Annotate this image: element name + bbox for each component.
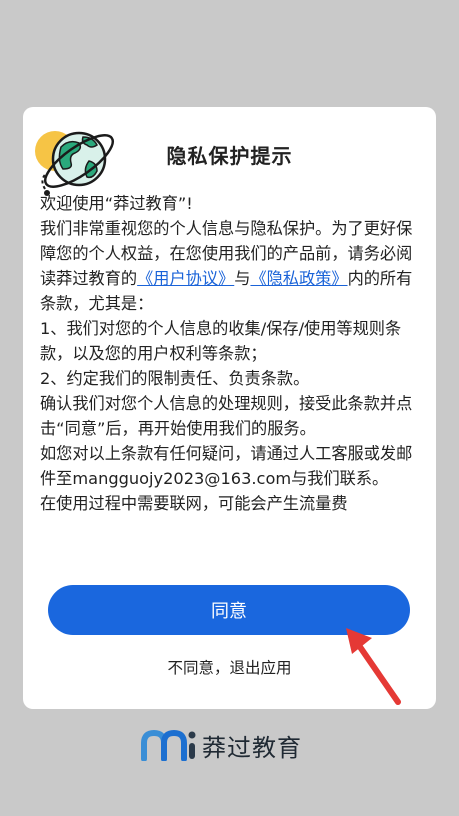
privacy-policy-link[interactable]: 《隐私政策》 [250, 269, 347, 288]
welcome-text: 欢迎使用“莽过教育”! [40, 194, 193, 213]
content-fade [23, 559, 436, 581]
confirm-paragraph: 确认我们对您个人信息的处理规则，接受此条款并点击“同意”后，再开始使用我们的服务… [40, 394, 413, 438]
contact-paragraph: 如您对以上条款有任何疑问，请通过人工客服或发邮件至mangguojy2023@1… [40, 444, 413, 488]
brand: 莽过教育 [140, 726, 302, 764]
arrow-icon [346, 628, 401, 705]
connector-text: 与 [234, 269, 251, 288]
term-item-2: 2、约定我们的限制责任、负责条款。 [40, 369, 310, 388]
term-item-1: 1、我们对您的个人信息的收集/保存/使用等规则条款，以及您的用户权利等条款； [40, 319, 402, 363]
intro-paragraph: 我们非常重视您的个人信息与隐私保护。为了更好保障您的个人权益，在您使用我们的产品… [40, 216, 418, 316]
dialog-title: 隐私保护提示 [166, 144, 293, 168]
terms-content[interactable]: 欢迎使用“莽过教育”! 我们非常重视您的个人信息与隐私保护。为了更好保障您的个人… [40, 191, 418, 579]
user-agreement-link[interactable]: 《用户协议》 [137, 269, 234, 288]
network-paragraph: 在使用过程中需要联网，可能会产生流量费 [40, 494, 348, 513]
brand-logo-icon [141, 729, 196, 761]
privacy-dialog: 隐私保护提示 欢迎使用“莽过教育”! 我们非常重视您的个人信息与隐私保护。为了更… [23, 107, 436, 709]
brand-name: 莽过教育 [202, 733, 302, 762]
